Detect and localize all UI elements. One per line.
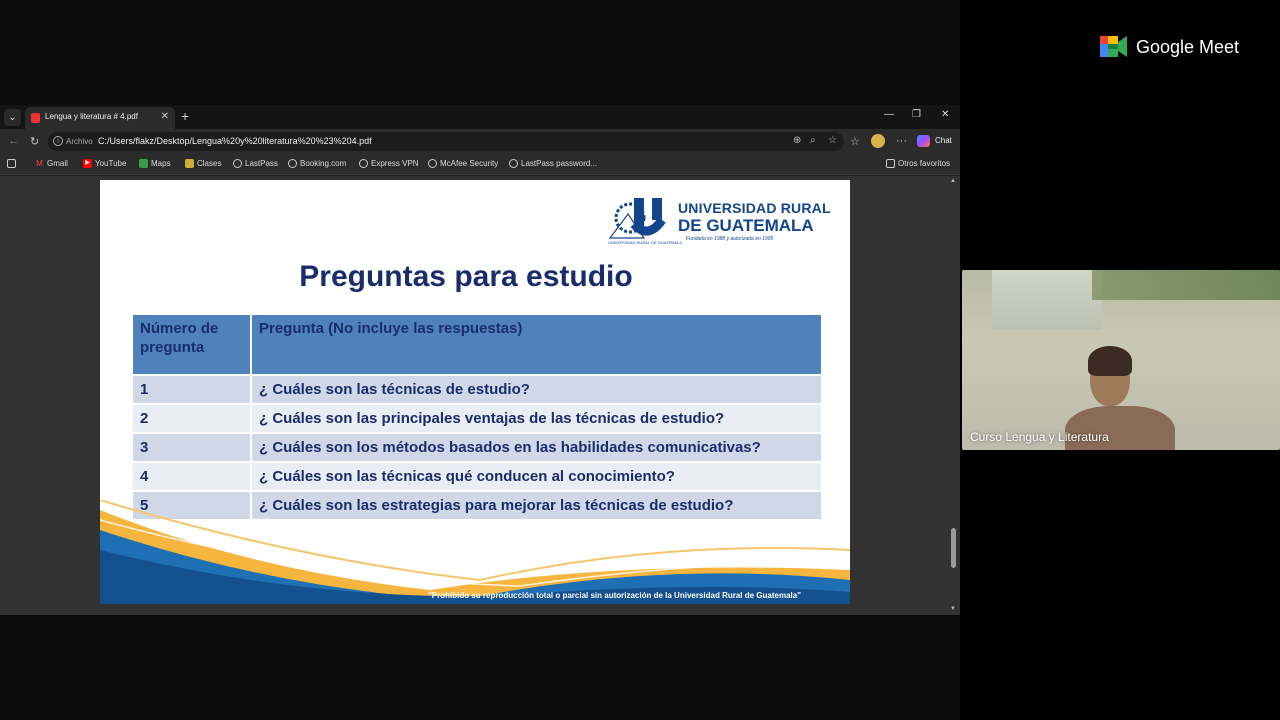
participant-name: Curso Lengua y Literatura [970, 430, 1109, 444]
reload-icon[interactable]: ↻ [30, 135, 39, 148]
meet-icon [1100, 36, 1127, 57]
tab-bar: ⌄ Lengua y literatura # 4.pdf ✕ + — ❐ ✕ [0, 105, 960, 129]
favorites-icon[interactable]: ☆ [850, 135, 860, 148]
questions-table: Número de pregunta Pregunta (No incluye … [133, 315, 823, 521]
bookmark-gmail[interactable]: M Gmail [35, 159, 68, 168]
bookmark-maps[interactable]: Maps [139, 159, 171, 168]
university-logo: UNIVERSIDAD RURAL DE GUATEMALA Fundada e… [608, 196, 831, 246]
logo-tagline: Fundada en 1988 y autorizada en 1995 [686, 236, 774, 242]
more-icon[interactable]: ··· [896, 135, 907, 147]
other-favorites[interactable]: Otros favoritos [886, 159, 950, 168]
read-aloud-icon[interactable]: ⊕ [793, 135, 801, 146]
row-question: ¿ Cuáles son las técnicas de estudio? [251, 375, 823, 405]
bookmark-clases[interactable]: Clases [185, 159, 221, 168]
row-number: 2 [133, 404, 252, 434]
favorite-star-icon[interactable]: ☆ [828, 135, 837, 146]
tab-pdf[interactable]: Lengua y literatura # 4.pdf ✕ [25, 107, 175, 129]
logo-small-text: UNIVERSIDAD RURAL DE GUATEMALA [608, 240, 683, 245]
bookmark-mcafee[interactable]: McAfee Security [428, 159, 498, 168]
table-header: Número de pregunta Pregunta (No incluye … [133, 315, 823, 376]
slide-title: Preguntas para estudio [299, 260, 633, 293]
footer-note: "Prohibido su reproducción total o parci… [428, 591, 801, 600]
scroll-up-icon[interactable]: ▲ [950, 178, 956, 184]
avatar[interactable] [871, 134, 885, 148]
close-window-icon[interactable]: ✕ [941, 109, 949, 120]
table-row: 1 ¿ Cuáles son las técnicas de estudio? [133, 375, 823, 405]
bookmark-expressvpn[interactable]: Express VPN [359, 159, 419, 168]
university-emblem-icon [608, 198, 666, 239]
scrollbar[interactable]: ▲ ▼ [950, 178, 958, 612]
globe-icon [233, 159, 242, 168]
info-icon[interactable]: i [53, 136, 63, 146]
browser-window: ⌄ Lengua y literatura # 4.pdf ✕ + — ❐ ✕ … [0, 105, 960, 615]
bookmarks-bar: M Gmail ▶ YouTube Maps Clases LastPass Boo… [0, 155, 960, 175]
meet-brand-text: Google Meet [1136, 37, 1240, 57]
logo-line-2: DE GUATEMALA [678, 216, 814, 235]
table-row: 4 ¿ Cuáles son las técnicas qué conducen… [133, 462, 823, 492]
toolbar: ← ↻ i Archivo C:/Users/flakz/Desktop/Len… [0, 129, 960, 155]
zoom-icon[interactable]: ⌕ [810, 135, 816, 146]
participant-video-tile[interactable]: Curso Lengua y Literatura [962, 270, 1280, 450]
close-tab-icon[interactable]: ✕ [161, 111, 169, 122]
maps-icon [139, 159, 148, 168]
restore-icon[interactable]: ❐ [912, 109, 921, 120]
pdf-icon [31, 113, 40, 123]
row-question: ¿ Cuáles son los métodos basados en las … [251, 433, 823, 463]
scroll-down-icon[interactable]: ▼ [950, 606, 956, 612]
bookmark-lastpass-password[interactable]: LastPass password... [509, 159, 597, 168]
tab-title: Lengua y literatura # 4.pdf [45, 112, 138, 121]
new-tab-icon[interactable]: + [181, 108, 189, 124]
google-meet-logo: Google Meet [1100, 35, 1250, 59]
header-number: Número de pregunta [133, 315, 252, 376]
table-row: 2 ¿ Cuáles son las principales ventajas … [133, 404, 823, 434]
minimize-icon[interactable]: — [884, 109, 894, 120]
row-number: 4 [133, 462, 252, 492]
decorative-wave [100, 500, 850, 604]
globe-icon [359, 159, 368, 168]
globe-icon [428, 159, 437, 168]
globe-icon [288, 159, 297, 168]
pdf-page: UNIVERSIDAD RURAL DE GUATEMALA Fundada e… [100, 180, 850, 604]
youtube-icon: ▶ [83, 159, 92, 168]
pdf-viewer[interactable]: UNIVERSIDAD RURAL DE GUATEMALA Fundada e… [0, 176, 960, 615]
shared-screen: ⌄ Lengua y literatura # 4.pdf ✕ + — ❐ ✕ … [0, 0, 960, 720]
gmail-icon: M [36, 159, 43, 168]
reading-list-icon[interactable] [7, 159, 16, 168]
folder-icon [886, 159, 895, 168]
classroom-icon [185, 159, 194, 168]
globe-icon [509, 159, 518, 168]
scroll-thumb[interactable] [951, 528, 956, 568]
row-question: ¿ Cuáles son las técnicas qué conducen a… [251, 462, 823, 492]
background-plant [1092, 270, 1280, 300]
bookmark-lastpass[interactable]: LastPass [233, 159, 278, 168]
chat-button[interactable]: Chat [935, 136, 952, 145]
copilot-icon[interactable] [917, 135, 930, 147]
address-bar[interactable]: i Archivo C:/Users/flakz/Desktop/Lengua%… [48, 132, 844, 151]
table-row: 3 ¿ Cuáles son los métodos basados en la… [133, 433, 823, 463]
back-icon[interactable]: ← [8, 135, 19, 147]
logo-line-1: UNIVERSIDAD RURAL [678, 200, 831, 216]
bookmark-youtube[interactable]: ▶ YouTube [83, 159, 126, 168]
row-question: ¿ Cuáles son las principales ventajas de… [251, 404, 823, 434]
address-scheme: Archivo [66, 137, 93, 146]
bookmark-booking[interactable]: Booking.com [288, 159, 346, 168]
row-number: 3 [133, 433, 252, 463]
screen: ⌄ Lengua y literatura # 4.pdf ✕ + — ❐ ✕ … [0, 0, 1280, 720]
header-question: Pregunta (No incluye las respuestas) [251, 315, 823, 376]
url-text[interactable]: C:/Users/flakz/Desktop/Lengua%20y%20lite… [98, 136, 372, 146]
tab-list-button[interactable]: ⌄ [4, 109, 21, 126]
background-window [992, 270, 1102, 330]
row-number: 1 [133, 375, 252, 405]
